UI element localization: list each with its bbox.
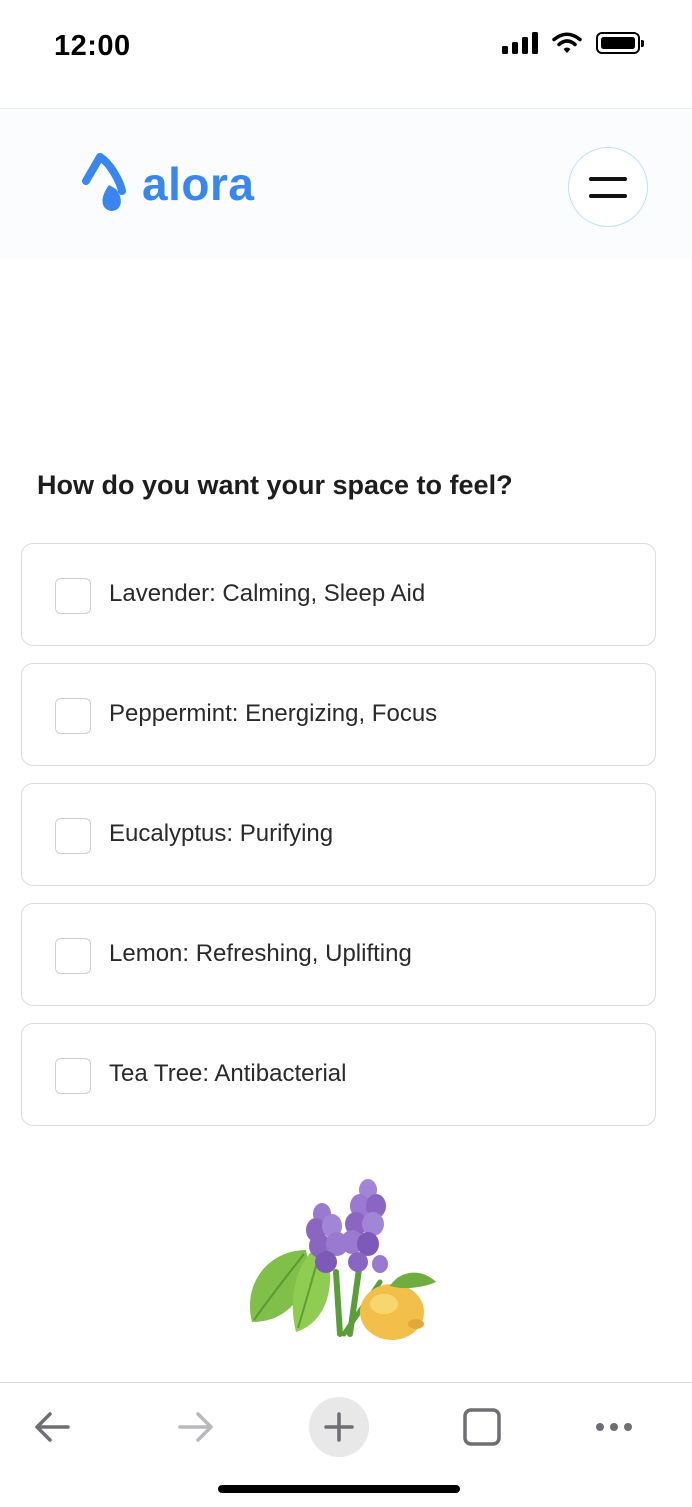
back-button[interactable]: [22, 1397, 82, 1457]
alora-logo[interactable]: alora: [80, 153, 254, 215]
site-header: alora: [0, 109, 692, 259]
option-label: Eucalyptus: Purifying: [109, 820, 334, 847]
forward-button[interactable]: [166, 1397, 226, 1457]
more-icon: [596, 1423, 632, 1431]
menu-button[interactable]: [568, 147, 648, 227]
forward-arrow-icon: [178, 1412, 213, 1442]
back-arrow-icon: [35, 1412, 70, 1442]
hamburger-icon: [589, 176, 627, 181]
logo-text: alora: [142, 158, 255, 210]
checkbox[interactable]: [55, 578, 91, 614]
new-tab-button[interactable]: [309, 1397, 369, 1457]
battery-icon: [596, 32, 644, 54]
droplet-logo-icon: [82, 153, 126, 211]
cellular-signal-icon: [502, 32, 538, 54]
option-label: Lemon: Refreshing, Uplifting: [109, 940, 412, 967]
option-label: Tea Tree: Antibacterial: [109, 1060, 347, 1087]
option-lemon[interactable]: Lemon: Refreshing, Uplifting: [21, 903, 656, 1006]
more-button[interactable]: [584, 1397, 644, 1457]
checkbox[interactable]: [55, 1058, 91, 1094]
plus-icon: [324, 1412, 354, 1442]
wifi-icon: [552, 32, 582, 53]
status-bar: 12:00: [0, 0, 692, 109]
tabs-icon: [463, 1408, 501, 1446]
option-tea-tree[interactable]: Tea Tree: Antibacterial: [21, 1023, 656, 1126]
browser-toolbar: [0, 1382, 692, 1507]
checkbox[interactable]: [55, 698, 91, 734]
tabs-button[interactable]: [452, 1397, 512, 1457]
checkbox[interactable]: [55, 818, 91, 854]
option-label: Peppermint: Energizing, Focus: [109, 700, 438, 727]
lavender-mint-lemon-illustration: [249, 1179, 436, 1340]
option-lavender[interactable]: Lavender: Calming, Sleep Aid: [21, 543, 656, 646]
home-indicator: [218, 1485, 460, 1493]
question-title: How do you want your space to feel?: [37, 470, 513, 500]
status-icons: [502, 32, 644, 54]
option-peppermint[interactable]: Peppermint: Energizing, Focus: [21, 663, 656, 766]
checkbox[interactable]: [55, 938, 91, 974]
status-time: 12:00: [54, 30, 131, 62]
option-eucalyptus[interactable]: Eucalyptus: Purifying: [21, 783, 656, 886]
options-list: Lavender: Calming, Sleep Aid Peppermint:…: [21, 543, 656, 1143]
option-label: Lavender: Calming, Sleep Aid: [109, 580, 426, 607]
